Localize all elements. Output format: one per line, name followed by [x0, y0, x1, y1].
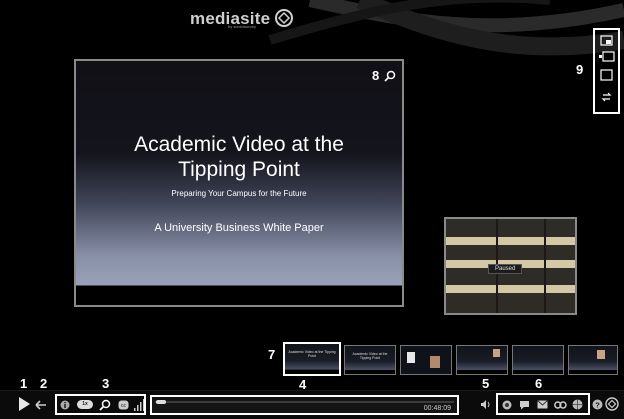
slide-thumbnail[interactable]: Academic Video at the Tipping Point [344, 345, 396, 375]
mediasite-logo: mediasite by sonicfoundry [190, 6, 294, 30]
callout-2: 2 [40, 376, 48, 391]
comment-icon[interactable] [519, 400, 530, 410]
globe-icon[interactable] [572, 399, 583, 410]
layout-swap-icon[interactable] [600, 90, 613, 104]
logo-icon [275, 9, 294, 27]
slide-title: Academic Video at the Tipping Point [134, 133, 344, 181]
play-icon[interactable] [17, 396, 31, 412]
info-icon[interactable] [60, 400, 70, 410]
callout-5: 5 [482, 376, 490, 391]
layout-options-panel [593, 28, 620, 114]
callout-1: 1 [20, 376, 28, 391]
slide-paper-label: A University Business White Paper [154, 222, 324, 234]
callout-3: 3 [102, 376, 110, 391]
callout-6: 6 [535, 376, 543, 391]
timeline-scrubber[interactable]: 00:48:09 [150, 395, 459, 415]
slide-thumbnail[interactable] [568, 345, 618, 375]
slide-thumbnail[interactable]: Academic Video at the Tipping Point [283, 342, 341, 376]
layout-single-icon[interactable] [600, 68, 613, 82]
layout-pip-icon[interactable] [600, 34, 613, 48]
bandwidth-icon[interactable] [134, 399, 144, 411]
thumbnail-text: Academic Video at the Tipping Point [288, 350, 336, 358]
volume-icon[interactable] [480, 399, 492, 410]
back-icon[interactable] [35, 400, 47, 410]
svg-text:cc: cc [121, 403, 127, 409]
callout-7: 7 [268, 347, 276, 362]
duration-label: 00:48:09 [423, 405, 451, 412]
slide-panel[interactable]: Academic Video at the Tipping Point Prep… [74, 59, 404, 307]
captions-icon[interactable]: cc [118, 400, 129, 410]
slide-thumbnail[interactable] [456, 345, 508, 375]
slide-subtitle: Preparing Your Campus for the Future [171, 189, 307, 198]
video-panel[interactable]: Paused [444, 217, 577, 315]
slide-thumbnail[interactable] [512, 345, 564, 375]
layout-side-icon[interactable] [598, 50, 615, 64]
link-icon[interactable] [554, 400, 567, 410]
search-icon[interactable] [99, 399, 111, 411]
timeline-track[interactable] [155, 401, 454, 403]
mediasite-mark-icon[interactable] [605, 397, 619, 411]
svg-text:?: ? [595, 400, 600, 409]
callout-9: 9 [576, 62, 584, 77]
chat-icon[interactable] [502, 400, 512, 410]
tools-group: 1x cc [55, 394, 146, 415]
zoom-icon[interactable] [384, 70, 396, 82]
email-icon[interactable] [537, 400, 548, 409]
slide-thumbnail[interactable] [400, 345, 452, 375]
share-group [496, 393, 590, 415]
help-icon[interactable]: ? [592, 399, 603, 410]
playback-rate-button[interactable]: 1x [77, 400, 93, 409]
timeline-knob[interactable] [156, 400, 166, 404]
callout-8: 8 [372, 68, 380, 83]
thumbnail-text: Academic Video at the Tipping Point [352, 352, 388, 360]
logo-tagline: by sonicfoundry [228, 24, 257, 29]
paused-label: Paused [488, 264, 523, 274]
